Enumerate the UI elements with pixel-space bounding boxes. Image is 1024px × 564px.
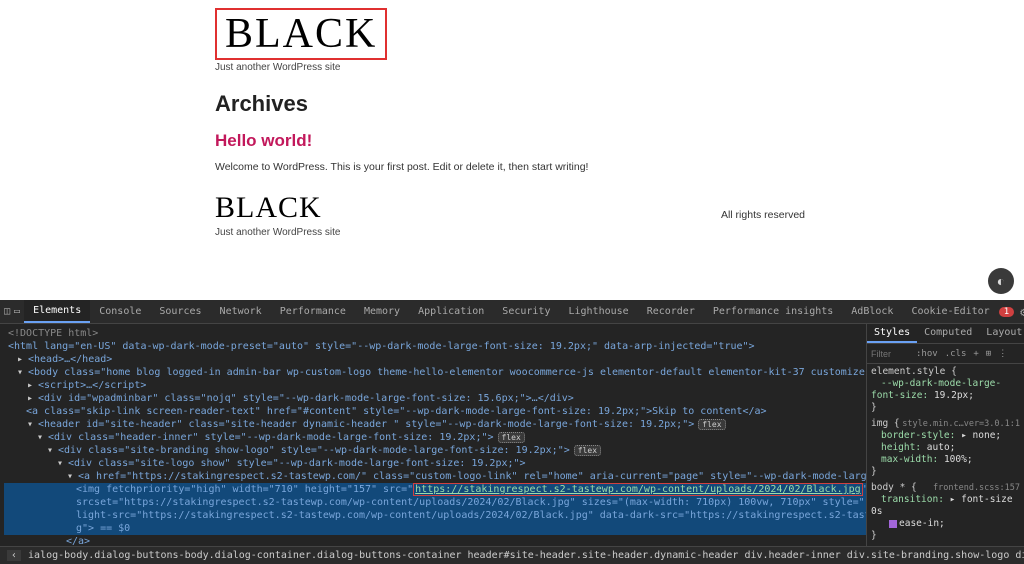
img-src-highlight: https://stakingrespect.s2-tastewp.com/wp… <box>413 483 863 496</box>
dark-mode-toggle[interactable]: ◐ <box>988 268 1014 294</box>
tab-memory[interactable]: Memory <box>355 301 409 322</box>
footer-branding: BLACK Just another WordPress site <box>215 191 340 238</box>
inspect-icon[interactable]: ◫ <box>4 304 10 320</box>
footer-row: BLACK Just another WordPress site All ri… <box>215 191 805 238</box>
tab-lighthouse[interactable]: Lighthouse <box>559 301 637 322</box>
dom-line[interactable]: </a> <box>4 535 866 546</box>
error-count-badge[interactable]: 1 <box>999 307 1014 317</box>
breadcrumb-item[interactable]: div.header-inner <box>744 550 840 561</box>
styles-rules[interactable]: element.style { --wp-dark-mode-large-fon… <box>867 364 1024 546</box>
dom-line[interactable]: <html lang="en-US" data-wp-dark-mode-pre… <box>4 340 866 353</box>
tab-security[interactable]: Security <box>493 301 559 322</box>
footer-tagline: Just another WordPress site <box>215 227 340 238</box>
tab-application[interactable]: Application <box>409 301 493 322</box>
dom-line[interactable]: ▸<div id="wpadminbar" class="nojq" style… <box>4 392 866 405</box>
hov-button[interactable]: :hov <box>914 349 940 359</box>
styles-filter-input[interactable] <box>871 349 911 359</box>
tab-elements[interactable]: Elements <box>24 300 90 323</box>
styles-more-icon[interactable]: ⊞ <box>984 349 993 359</box>
breadcrumb-item[interactable]: div.site-branding.show-logo <box>847 550 1010 561</box>
content-column: BLACK Just another WordPress site Archiv… <box>215 8 805 238</box>
header-logo-highlight: BLACK <box>215 8 387 60</box>
dom-line[interactable]: ▸<head>…</head> <box>4 353 866 366</box>
styles-filter-row: :hov .cls + ⊞ ⋮ <box>867 344 1024 364</box>
post-title-link[interactable]: Hello world! <box>215 131 805 151</box>
styles-tabs: Styles Computed Layout <box>867 324 1024 344</box>
dom-img-selected[interactable]: g"> == $0 <box>4 522 866 535</box>
cls-button[interactable]: .cls <box>943 349 969 359</box>
dom-line[interactable]: ▾<div class="site-branding show-logo" st… <box>4 444 866 457</box>
tab-network[interactable]: Network <box>211 301 271 322</box>
tab-cookie-editor[interactable]: Cookie-Editor <box>902 301 998 322</box>
breadcrumb-scroll-left[interactable]: ‹ <box>7 550 21 561</box>
styles-more-icon2[interactable]: ⋮ <box>996 349 1009 359</box>
device-toggle-icon[interactable]: ▭ <box>14 304 20 320</box>
devtools-body: <!DOCTYPE html> <html lang="en-US" data-… <box>0 324 1024 546</box>
breadcrumb-item[interactable]: ialog-body.dialog-buttons-body.dialog-co… <box>28 550 461 561</box>
dom-line[interactable]: ▸<script>…</script> <box>4 379 866 392</box>
dom-line[interactable]: ▾<div class="header-inner" style="--wp-d… <box>4 431 866 444</box>
breadcrumb-item[interactable]: div.site-logo.show <box>1015 550 1024 561</box>
styles-panel: Styles Computed Layout :hov .cls + ⊞ ⋮ e… <box>866 324 1024 546</box>
dom-breadcrumb[interactable]: ‹ ialog-body.dialog-buttons-body.dialog-… <box>0 546 1024 564</box>
footer-rights: All rights reserved <box>721 209 805 221</box>
dom-tree[interactable]: <!DOCTYPE html> <html lang="en-US" data-… <box>0 324 866 546</box>
styles-tab-layout[interactable]: Layout <box>979 324 1024 343</box>
footer-logo[interactable]: BLACK <box>215 191 340 225</box>
tab-console[interactable]: Console <box>90 301 150 322</box>
dom-line[interactable]: ▾<div class="site-logo show" style="--wp… <box>4 457 866 470</box>
tab-recorder[interactable]: Recorder <box>638 301 704 322</box>
dom-img-selected[interactable]: <img fetchpriority="high" width="710" he… <box>4 483 866 496</box>
new-rule-button[interactable]: + <box>971 349 980 359</box>
settings-icon[interactable]: ⚙ <box>1020 305 1024 319</box>
dom-line[interactable]: <!DOCTYPE html> <box>4 327 866 340</box>
post-excerpt: Welcome to WordPress. This is your first… <box>215 161 805 173</box>
page-viewport: BLACK Just another WordPress site Archiv… <box>0 0 1024 300</box>
archives-heading: Archives <box>215 91 805 117</box>
site-tagline: Just another WordPress site <box>215 62 805 73</box>
breadcrumb-item[interactable]: header#site-header.site-header.dynamic-h… <box>468 550 739 561</box>
tab-sources[interactable]: Sources <box>150 301 210 322</box>
dom-line[interactable]: ▾<header id="site-header" class="site-he… <box>4 418 866 431</box>
styles-tab-styles[interactable]: Styles <box>867 324 917 343</box>
site-logo[interactable]: BLACK <box>225 10 377 58</box>
dom-line[interactable]: <a class="skip-link screen-reader-text" … <box>4 405 866 418</box>
dom-img-selected[interactable]: light-src="https://stakingrespect.s2-tas… <box>4 509 866 522</box>
dom-line[interactable]: ▾<body class="home blog logged-in admin-… <box>4 366 866 379</box>
tab-perf-insights[interactable]: Performance insights <box>704 301 842 322</box>
moon-icon: ◐ <box>997 273 1005 289</box>
dom-img-selected[interactable]: srcset="https://stakingrespect.s2-tastew… <box>4 496 866 509</box>
tab-adblock[interactable]: AdBlock <box>842 301 902 322</box>
tab-performance[interactable]: Performance <box>271 301 355 322</box>
devtools-tabs: ◫ ▭ Elements Console Sources Network Per… <box>0 300 1024 324</box>
dom-line[interactable]: ▾<a href="https://stakingrespect.s2-tast… <box>4 470 866 483</box>
devtools-panel: ◫ ▭ Elements Console Sources Network Per… <box>0 300 1024 564</box>
styles-tab-computed[interactable]: Computed <box>917 324 979 343</box>
